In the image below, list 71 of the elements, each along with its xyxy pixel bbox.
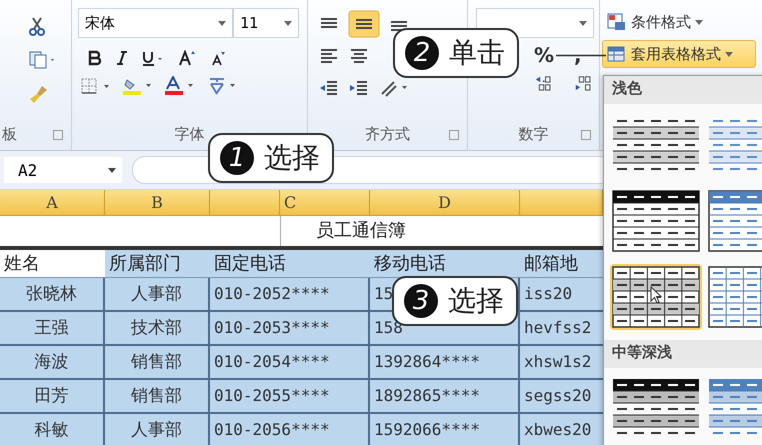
- table-cell-text: xbwes20: [523, 419, 592, 441]
- table-cell: 张晓林: [0, 278, 105, 310]
- comma-button[interactable]: ,: [574, 43, 582, 67]
- caret-icon[interactable]: [218, 20, 226, 26]
- align-center-icon[interactable]: [348, 46, 370, 66]
- name-box[interactable]: A2: [4, 157, 122, 183]
- table-cell: 销售部: [105, 380, 210, 412]
- table-style-thumbnail[interactable]: [610, 264, 702, 330]
- align-middle-icon[interactable]: [348, 10, 380, 38]
- step-tooltip: 2 单击: [393, 28, 519, 78]
- table-cell: 010-2056****: [210, 414, 370, 445]
- table-cell: 1892865****: [370, 380, 520, 412]
- group-label: 齐方式: [365, 125, 410, 144]
- column-header[interactable]: C: [280, 190, 370, 215]
- italic-icon[interactable]: [116, 50, 128, 66]
- font-size-field[interactable]: 11: [233, 8, 299, 38]
- percent-button[interactable]: %: [534, 43, 554, 67]
- sheet-title-cell-text: 员工通信簿: [316, 219, 406, 243]
- caret-icon[interactable]: [579, 20, 587, 26]
- leader-line: [556, 54, 606, 57]
- table-cell: 010-2052****: [210, 278, 370, 310]
- table-cell-text: xhsw1s2: [523, 351, 592, 373]
- format-as-table-button[interactable]: 套用表格格式: [602, 40, 756, 68]
- conditional-format-button[interactable]: 条件格式: [602, 8, 756, 36]
- section-heading: 中等深浅: [604, 340, 762, 368]
- table-cell: 010-2054****: [210, 346, 370, 378]
- table-cell-text: segss20: [523, 385, 592, 407]
- table-header-cell: 姓名: [0, 250, 105, 277]
- table-cell-text: iss20: [523, 283, 574, 305]
- table-cell: 人事部: [105, 414, 210, 445]
- table-cell: 海波: [0, 346, 105, 378]
- column-header[interactable]: B: [105, 190, 210, 215]
- group-label: 字体: [174, 125, 204, 144]
- section-heading: 浅色: [604, 76, 762, 104]
- column-header[interactable]: D: [370, 190, 520, 215]
- table-cell: 010-2055****: [210, 380, 370, 412]
- table-cell: 技术部: [105, 312, 210, 344]
- caret-icon: [695, 20, 703, 24]
- caret-icon: [725, 52, 733, 56]
- bold-icon[interactable]: [88, 50, 102, 66]
- increase-indent-icon[interactable]: [348, 78, 370, 98]
- table-cell: 1592066****: [370, 414, 520, 445]
- group-label: 板: [2, 125, 17, 144]
- scissors-icon[interactable]: [28, 16, 46, 36]
- table-cell: 科敏: [0, 414, 105, 445]
- table-header-cell-text: 所属部门: [108, 252, 182, 276]
- table-cell: 人事部: [105, 278, 210, 310]
- table-cell: 王强: [0, 312, 105, 344]
- table-style-thumbnail[interactable]: [610, 188, 702, 254]
- table-header-cell-text: 邮箱地: [523, 252, 579, 276]
- decrease-indent-icon[interactable]: [318, 78, 340, 98]
- chart-grid-icon: [607, 13, 627, 31]
- table-cell: 1392864****: [370, 346, 520, 378]
- mouse-pointer-icon: [650, 286, 662, 304]
- grow-font-icon[interactable]: [178, 50, 196, 66]
- underline-icon[interactable]: [142, 50, 164, 66]
- shrink-font-icon[interactable]: [210, 50, 226, 66]
- font-name-field[interactable]: 宋体: [78, 8, 233, 38]
- table-icon: [607, 45, 627, 63]
- table-cell: 010-2053****: [210, 312, 370, 344]
- align-left-icon[interactable]: [318, 46, 340, 66]
- table-cell: 销售部: [105, 346, 210, 378]
- table-header-cell-text: 固定电话: [213, 252, 287, 276]
- step-tooltip: 1 选择: [208, 133, 334, 183]
- column-header[interactable]: A: [0, 190, 105, 215]
- caret-icon[interactable]: [284, 20, 292, 26]
- table-cell-text: hevfss2: [523, 317, 592, 339]
- table-cell: 田芳: [0, 380, 105, 412]
- caret-icon[interactable]: [108, 168, 116, 172]
- group-label: 数字: [518, 125, 548, 144]
- table-header-cell-text: 移动电话: [373, 252, 447, 276]
